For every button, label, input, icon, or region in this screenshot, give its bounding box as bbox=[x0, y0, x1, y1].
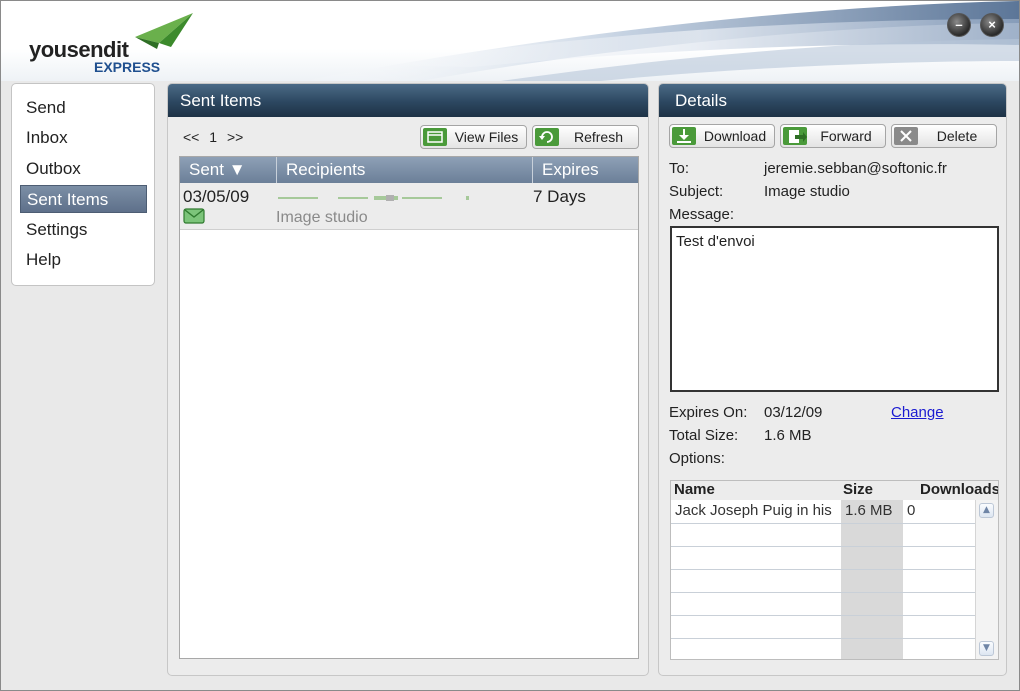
close-icon: × bbox=[988, 17, 996, 32]
file-row[interactable]: Jack Joseph Puig in his 1.6 MB 0 bbox=[671, 500, 976, 524]
details-title: Details bbox=[659, 84, 1006, 117]
download-label: Download bbox=[703, 128, 767, 144]
minimize-icon: – bbox=[955, 17, 963, 32]
sent-subject: Image studio bbox=[276, 209, 368, 226]
scroll-down-icon[interactable]: ▼ bbox=[979, 641, 994, 656]
delete-button[interactable]: Delete bbox=[891, 124, 997, 148]
app-window: yousendit EXPRESS – × Send Inbox Outbox … bbox=[0, 0, 1020, 691]
column-sent[interactable]: Sent ▼ bbox=[180, 157, 277, 183]
files-table: Name Size Downloads Jack Joseph Puig in … bbox=[670, 480, 999, 660]
pager-page: 1 bbox=[209, 129, 218, 145]
app-header: yousendit EXPRESS – × bbox=[1, 1, 1019, 81]
message-label: Message: bbox=[669, 206, 735, 223]
subject-label: Subject: bbox=[669, 183, 724, 200]
nav-item-help[interactable]: Help bbox=[20, 246, 147, 274]
files-column-name[interactable]: Name bbox=[671, 481, 844, 500]
column-expires[interactable]: Expires bbox=[533, 157, 638, 183]
scroll-up-icon[interactable]: ▲ bbox=[979, 503, 994, 518]
nav-item-settings[interactable]: Settings bbox=[20, 216, 147, 244]
to-value: jeremie.sebban@softonic.fr bbox=[764, 160, 947, 177]
sent-date: 03/05/09 bbox=[183, 187, 250, 206]
subject-value: Image studio bbox=[764, 183, 850, 200]
close-button[interactable]: × bbox=[980, 13, 1004, 37]
file-row-empty bbox=[671, 615, 976, 639]
recipients-redacted bbox=[278, 189, 478, 207]
nav-item-outbox[interactable]: Outbox bbox=[20, 155, 147, 183]
sent-item-row[interactable]: 03/05/09 Image studio 7 Days bbox=[180, 183, 638, 230]
sent-items-header: Sent ▼ Recipients Expires bbox=[180, 157, 638, 183]
pager-next[interactable]: >> bbox=[227, 129, 243, 145]
file-name: Jack Joseph Puig in his bbox=[675, 502, 832, 519]
file-size: 1.6 MB bbox=[845, 502, 893, 519]
to-label: To: bbox=[669, 160, 690, 177]
expires-on-label: Expires On: bbox=[669, 404, 748, 421]
pager-prev[interactable]: << bbox=[183, 129, 199, 145]
files-column-downloads[interactable]: Downloads bbox=[903, 481, 998, 500]
column-recipients[interactable]: Recipients bbox=[277, 157, 533, 183]
refresh-label: Refresh bbox=[573, 129, 624, 145]
nav-item-send[interactable]: Send bbox=[20, 94, 147, 122]
file-row-empty bbox=[671, 569, 976, 593]
nav-item-inbox[interactable]: Inbox bbox=[20, 124, 147, 152]
options-label: Options: bbox=[669, 450, 725, 467]
total-size-value: 1.6 MB bbox=[764, 427, 812, 444]
message-box[interactable]: Test d'envoi bbox=[670, 226, 999, 392]
minimize-button[interactable]: – bbox=[947, 13, 971, 37]
download-button[interactable]: Download bbox=[669, 124, 775, 148]
sent-items-title: Sent Items bbox=[168, 84, 648, 117]
view-files-label: View Files bbox=[454, 129, 519, 145]
nav-item-sent-items[interactable]: Sent Items bbox=[20, 185, 147, 213]
file-row-empty bbox=[671, 592, 976, 616]
file-row-empty bbox=[671, 546, 976, 570]
forward-icon bbox=[783, 127, 807, 145]
folder-icon bbox=[423, 128, 447, 146]
envelope-icon bbox=[183, 208, 205, 229]
total-size-label: Total Size: bbox=[669, 427, 739, 444]
pager: << 1 >> bbox=[183, 129, 243, 145]
change-link[interactable]: Change bbox=[891, 404, 944, 421]
refresh-icon bbox=[535, 128, 559, 146]
yousendit-logo: yousendit EXPRESS bbox=[29, 13, 199, 77]
files-scrollbar[interactable]: ▲ ▼ bbox=[975, 500, 998, 659]
details-panel: Details Download Forward Delete To: jere… bbox=[658, 83, 1007, 676]
files-column-size[interactable]: Size bbox=[841, 481, 905, 500]
logo-sub-brand: EXPRESS bbox=[94, 59, 161, 75]
view-files-button[interactable]: View Files bbox=[420, 125, 527, 149]
refresh-button[interactable]: Refresh bbox=[532, 125, 639, 149]
sent-expires: 7 Days bbox=[533, 187, 586, 206]
delete-icon bbox=[894, 127, 918, 145]
sent-items-panel: Sent Items << 1 >> View Files Refresh Se… bbox=[167, 83, 649, 676]
forward-label: Forward bbox=[820, 128, 872, 144]
file-row-empty bbox=[671, 523, 976, 547]
sent-items-list: Sent ▼ Recipients Expires 03/05/09 Image… bbox=[179, 156, 639, 659]
forward-button[interactable]: Forward bbox=[780, 124, 886, 148]
file-downloads: 0 bbox=[907, 502, 916, 519]
expires-on-value: 03/12/09 bbox=[764, 404, 823, 421]
delete-label: Delete bbox=[936, 128, 978, 144]
paper-plane-icon bbox=[135, 13, 193, 49]
sidebar-nav: Send Inbox Outbox Sent Items Settings He… bbox=[11, 83, 155, 286]
download-icon bbox=[672, 127, 696, 145]
